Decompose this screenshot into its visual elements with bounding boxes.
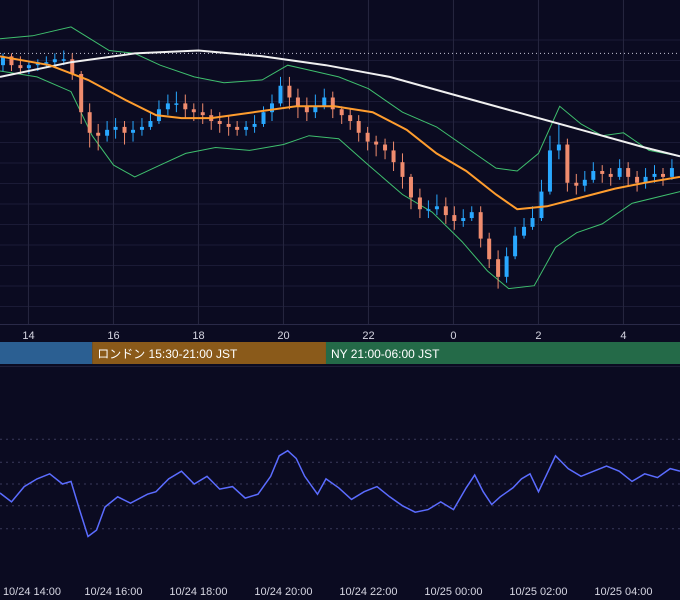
candle[interactable] xyxy=(356,121,361,133)
candle[interactable] xyxy=(261,112,266,124)
price-x-tick-label: 2 xyxy=(535,330,541,342)
indicator-x-tick-label: 10/24 20:00 xyxy=(254,586,312,598)
candle[interactable] xyxy=(235,126,240,130)
session-label: ロンドン 15:30-21:00 JST xyxy=(97,347,238,361)
candle[interactable] xyxy=(582,179,587,186)
candle[interactable] xyxy=(105,129,110,136)
candle[interactable] xyxy=(461,218,466,221)
candle[interactable] xyxy=(96,132,101,136)
candle[interactable] xyxy=(226,123,231,127)
price-x-tick-label: 4 xyxy=(620,330,626,342)
candle[interactable] xyxy=(183,103,188,110)
candle[interactable] xyxy=(322,97,327,107)
candle[interactable] xyxy=(504,256,509,277)
candle[interactable] xyxy=(61,59,66,61)
price-axis-separator xyxy=(0,324,680,325)
candle[interactable] xyxy=(374,141,379,145)
session-band xyxy=(0,342,93,364)
candle[interactable] xyxy=(383,144,388,151)
candle[interactable] xyxy=(79,73,84,113)
candle[interactable] xyxy=(452,215,457,221)
candle[interactable] xyxy=(270,103,274,113)
candle[interactable] xyxy=(539,191,544,219)
candle[interactable] xyxy=(574,182,579,186)
candle[interactable] xyxy=(165,103,170,110)
candle[interactable] xyxy=(434,206,439,210)
candle[interactable] xyxy=(522,226,527,236)
indicator-x-tick-label: 10/24 14:00 xyxy=(3,586,61,598)
price-x-tick-label: 14 xyxy=(22,330,34,342)
candle[interactable] xyxy=(26,65,31,69)
candle[interactable] xyxy=(608,173,613,177)
candle[interactable] xyxy=(600,171,605,174)
candle[interactable] xyxy=(408,176,413,198)
candle[interactable] xyxy=(252,123,257,127)
candle[interactable] xyxy=(400,162,405,177)
candle[interactable] xyxy=(113,126,118,130)
indicator-x-tick-label: 10/24 22:00 xyxy=(339,586,397,598)
candle[interactable] xyxy=(148,121,153,127)
candle[interactable] xyxy=(87,112,92,133)
candle[interactable] xyxy=(565,144,570,183)
candle[interactable] xyxy=(652,173,657,177)
candle[interactable] xyxy=(191,109,196,113)
candle[interactable] xyxy=(487,238,492,260)
indicator-x-tick-label: 10/25 02:00 xyxy=(509,586,567,598)
candle[interactable] xyxy=(513,235,518,257)
candle[interactable] xyxy=(530,218,535,227)
candle[interactable] xyxy=(139,126,144,130)
indicator-separator xyxy=(0,366,680,367)
candle[interactable] xyxy=(661,173,665,177)
candle[interactable] xyxy=(469,212,474,219)
candle[interactable] xyxy=(556,144,561,151)
session-label: NY 21:00-06:00 JST xyxy=(331,347,440,361)
candle[interactable] xyxy=(426,209,431,211)
candle[interactable] xyxy=(52,59,57,63)
candle[interactable] xyxy=(443,206,448,216)
candle[interactable] xyxy=(330,97,335,110)
indicator-x-tick-label: 10/24 16:00 xyxy=(84,586,142,598)
chart-canvas[interactable]: 14 16 18 20 22 0 2 4 ロンドン 15:30-21:00 JST NY 21:… xyxy=(0,0,680,600)
price-x-tick-label: 18 xyxy=(192,330,204,342)
candle[interactable] xyxy=(200,112,205,116)
price-x-tick-label: 16 xyxy=(107,330,119,342)
session-bar: ロンドン 15:30-21:00 JST NY 21:00-06:00 JST xyxy=(0,342,680,364)
candle[interactable] xyxy=(122,126,127,133)
candle[interactable] xyxy=(339,109,344,116)
candle[interactable] xyxy=(478,212,483,239)
price-x-tick-label: 22 xyxy=(362,330,374,342)
price-x-tick-label: 0 xyxy=(450,330,456,342)
candle[interactable] xyxy=(278,85,283,104)
candle[interactable] xyxy=(617,168,622,177)
candle[interactable] xyxy=(635,176,640,183)
candle[interactable] xyxy=(626,168,631,177)
price-x-tick-label: 20 xyxy=(277,330,289,342)
candle[interactable] xyxy=(591,171,596,180)
candle[interactable] xyxy=(217,121,222,124)
candle[interactable] xyxy=(391,150,396,163)
candle[interactable] xyxy=(669,168,674,177)
candle[interactable] xyxy=(547,150,552,192)
candle[interactable] xyxy=(18,65,23,69)
candle[interactable] xyxy=(131,129,136,133)
candle[interactable] xyxy=(365,132,370,142)
candle[interactable] xyxy=(244,126,249,130)
candle[interactable] xyxy=(496,259,501,277)
candle[interactable] xyxy=(295,97,300,107)
candle[interactable] xyxy=(287,85,292,98)
indicator-x-tick-label: 10/25 00:00 xyxy=(424,586,482,598)
candle[interactable] xyxy=(348,115,353,122)
candle[interactable] xyxy=(174,103,179,105)
indicator-x-tick-label: 10/25 04:00 xyxy=(594,586,652,598)
indicator-x-tick-label: 10/24 18:00 xyxy=(169,586,227,598)
chart-background xyxy=(0,0,680,600)
candle[interactable] xyxy=(417,197,422,210)
